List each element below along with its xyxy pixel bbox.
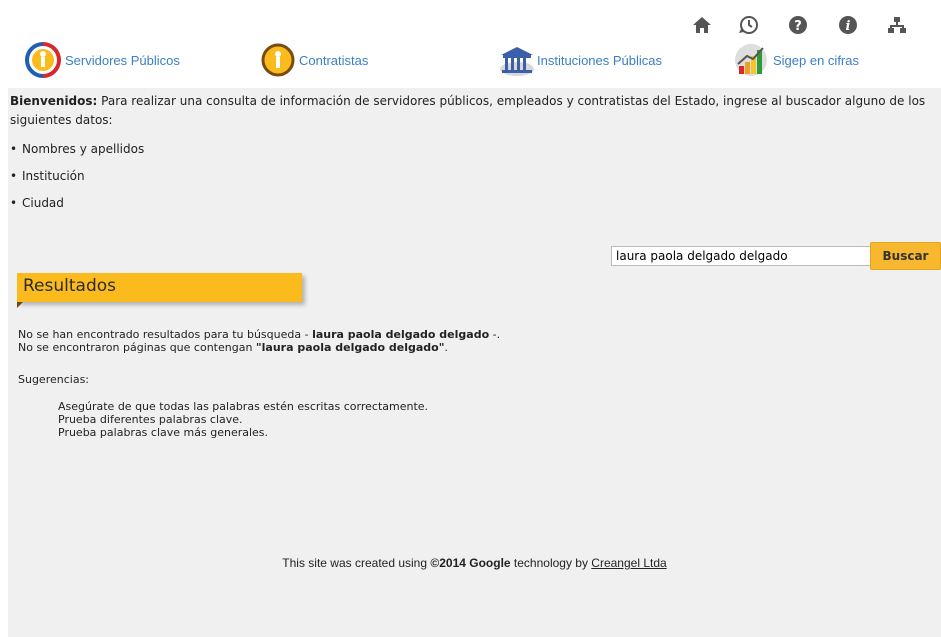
search-button[interactable]: Buscar: [870, 242, 941, 270]
results-heading: Resultados: [23, 276, 116, 296]
home-icon[interactable]: [691, 14, 713, 36]
intro-text: Bienvenidos: Para realizar una consulta …: [10, 92, 930, 130]
institution-icon: [500, 47, 534, 76]
creangel-link[interactable]: Creangel Ltda: [591, 556, 666, 570]
info-icon[interactable]: i: [837, 14, 859, 36]
footer: This site was created using ©2014 Google…: [282, 556, 667, 570]
suggestion-item: Prueba diferentes palabras clave.: [58, 413, 243, 426]
svg-text:i: i: [846, 19, 851, 34]
nav-sigep-en-cifras[interactable]: Sigep en cifras: [733, 42, 859, 78]
banner-fold: [17, 302, 23, 308]
suggestions-list: Asegúrate de que todas las palabras esté…: [58, 400, 428, 439]
sitemap-icon[interactable]: [886, 14, 908, 36]
help-icon[interactable]: ?: [787, 14, 809, 36]
nav-contratistas[interactable]: Contratistas: [261, 42, 368, 78]
suggestions-label: Sugerencias:: [18, 373, 90, 386]
nav-label: Servidores Públicos: [65, 52, 180, 68]
nav-instituciones-publicas[interactable]: Instituciones Públicas: [497, 42, 662, 78]
servidores-icon: [25, 42, 61, 78]
nav-servidores-publicos[interactable]: Servidores Públicos: [25, 42, 180, 78]
content-panel: Bienvenidos: Para realizar una consulta …: [8, 88, 941, 637]
no-results-line: No se han encontrado resultados para tu …: [18, 328, 501, 341]
top-icon-bar: ? i: [681, 14, 941, 42]
intro-bold: Bienvenidos:: [10, 94, 98, 108]
nav-label: Sigep en cifras: [773, 52, 859, 68]
no-pages-line: No se encontraron páginas que contengan …: [18, 341, 448, 354]
search-input[interactable]: [611, 246, 871, 266]
intro-body: Para realizar una consulta de informació…: [10, 94, 926, 127]
results-message: No se han encontrado resultados para tu …: [18, 328, 500, 354]
suggestion-item: Prueba palabras clave más generales.: [58, 426, 269, 439]
suggestion-item: Asegúrate de que todas las palabras esté…: [58, 400, 429, 413]
search-fields-list: Nombres y apellidos Institución Ciudad: [10, 140, 144, 221]
results-banner: Resultados: [17, 273, 302, 302]
list-item: Nombres y apellidos: [10, 140, 144, 167]
contratistas-icon: [261, 43, 295, 77]
main-nav: Servidores Públicos Contratistas Institu…: [0, 42, 941, 88]
history-icon[interactable]: [738, 14, 760, 36]
list-item: Ciudad: [10, 194, 144, 221]
nav-label: Contratistas: [299, 52, 369, 68]
list-item: Institución: [10, 167, 144, 194]
svg-text:?: ?: [794, 19, 802, 34]
nav-label: Instituciones Públicas: [537, 52, 663, 68]
chart-icon: [735, 44, 767, 76]
